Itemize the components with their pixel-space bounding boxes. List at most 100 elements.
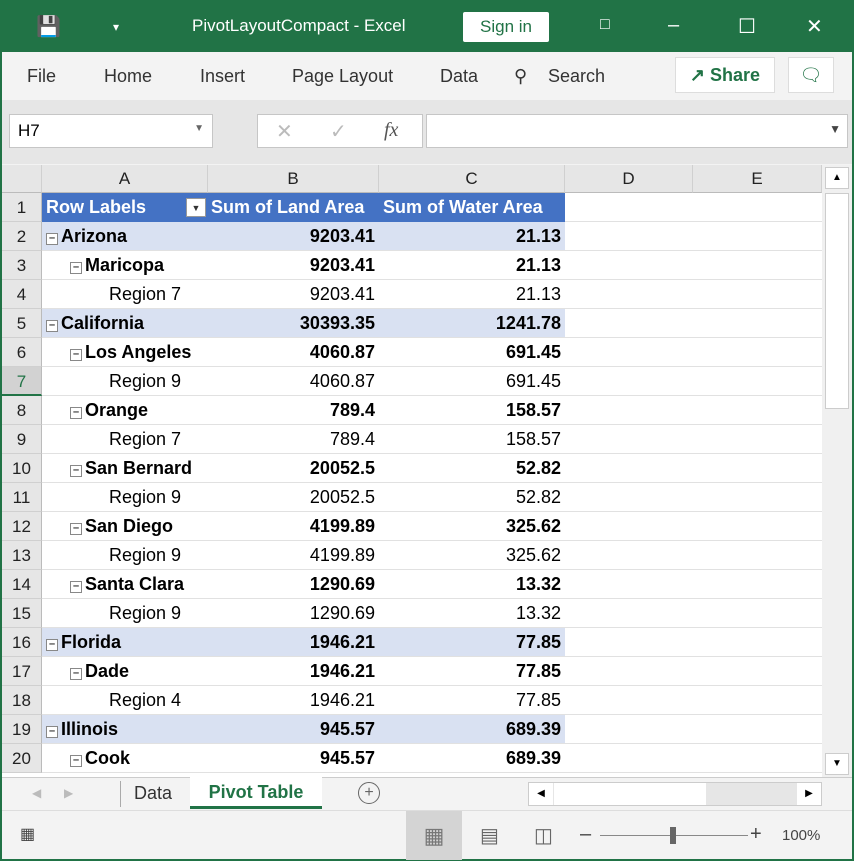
collapse-icon[interactable]: – <box>70 668 82 680</box>
cell[interactable] <box>693 338 822 367</box>
tab-file[interactable]: File <box>27 66 56 87</box>
pivot-row-label[interactable]: Region 9 <box>42 483 208 512</box>
pivot-land-value[interactable]: 1946.21 <box>208 657 379 686</box>
row-header[interactable]: 11 <box>2 483 42 512</box>
collapse-icon[interactable]: – <box>46 233 58 245</box>
close-icon[interactable]: ✕ <box>806 14 823 39</box>
cell[interactable] <box>565 425 693 454</box>
row-header[interactable]: 9 <box>2 425 42 454</box>
pivot-row-label[interactable]: – Los Angeles <box>42 338 208 367</box>
scroll-up-icon[interactable]: ▲ <box>825 167 849 189</box>
cell[interactable] <box>565 686 693 715</box>
pivot-water-value[interactable]: 77.85 <box>379 628 565 657</box>
ribbon-display-icon[interactable]: □ <box>600 16 610 34</box>
pivot-land-value[interactable]: 9203.41 <box>208 280 379 309</box>
column-header-e[interactable]: E <box>693 165 822 193</box>
pivot-row-label[interactable]: Region 7 <box>42 425 208 454</box>
normal-view-button[interactable]: ▦ <box>406 811 462 860</box>
pivot-water-value[interactable]: 691.45 <box>379 338 565 367</box>
cell[interactable] <box>565 715 693 744</box>
cell[interactable] <box>565 280 693 309</box>
collapse-icon[interactable]: – <box>70 755 82 767</box>
cell[interactable] <box>693 309 822 338</box>
tab-data[interactable]: Data <box>440 66 478 87</box>
h-scroll-thumb[interactable] <box>554 783 706 805</box>
expand-formula-icon[interactable]: ▼ <box>829 122 841 136</box>
pivot-row-label[interactable]: – Santa Clara <box>42 570 208 599</box>
save-icon[interactable]: 💾 <box>36 14 61 39</box>
cell[interactable] <box>693 715 822 744</box>
cell[interactable] <box>565 193 693 222</box>
row-header[interactable]: 20 <box>2 744 42 773</box>
worksheet-grid[interactable]: A B C D E 1 Row Labels ▼ Sum of Land Area Sum of … <box>2 165 822 777</box>
pivot-row-label[interactable]: Region 4 <box>42 686 208 715</box>
macro-record-icon[interactable]: ▦ <box>20 824 35 844</box>
collapse-icon[interactable]: – <box>46 726 58 738</box>
pivot-water-value[interactable]: 689.39 <box>379 744 565 773</box>
cell[interactable] <box>693 193 822 222</box>
cell[interactable] <box>693 396 822 425</box>
pivot-water-value[interactable]: 52.82 <box>379 483 565 512</box>
row-header[interactable]: 10 <box>2 454 42 483</box>
cell[interactable] <box>693 628 822 657</box>
comments-button[interactable]: 🗨 <box>788 57 834 93</box>
cell[interactable] <box>565 628 693 657</box>
pivot-row-label[interactable]: – Florida <box>42 628 208 657</box>
row-header[interactable]: 1 <box>2 193 42 222</box>
pivot-land-value[interactable]: 1290.69 <box>208 599 379 628</box>
cell[interactable] <box>565 338 693 367</box>
collapse-icon[interactable]: – <box>70 407 82 419</box>
cell[interactable] <box>565 744 693 773</box>
search-icon[interactable]: ⚲ <box>514 66 527 87</box>
cancel-icon[interactable]: ✕ <box>276 119 293 144</box>
collapse-icon[interactable]: – <box>70 262 82 274</box>
pivot-row-label[interactable]: Region 9 <box>42 541 208 570</box>
collapse-icon[interactable]: – <box>70 349 82 361</box>
pivot-land-value[interactable]: 9203.41 <box>208 222 379 251</box>
pivot-row-label[interactable]: – Illinois <box>42 715 208 744</box>
pivot-row-label[interactable]: – Maricopa <box>42 251 208 280</box>
pivot-header-row-labels[interactable]: Row Labels ▼ <box>42 193 208 222</box>
pivot-water-value[interactable]: 158.57 <box>379 396 565 425</box>
pivot-land-value[interactable]: 30393.35 <box>208 309 379 338</box>
page-break-view-icon[interactable]: ◫ <box>534 823 553 848</box>
pivot-water-value[interactable]: 21.13 <box>379 280 565 309</box>
pivot-land-value[interactable]: 789.4 <box>208 396 379 425</box>
cell[interactable] <box>565 222 693 251</box>
pivot-row-label[interactable]: Region 9 <box>42 599 208 628</box>
scroll-down-icon[interactable]: ▼ <box>825 753 849 775</box>
cell[interactable] <box>565 570 693 599</box>
collapse-icon[interactable]: – <box>70 465 82 477</box>
cell[interactable] <box>693 280 822 309</box>
formula-input[interactable]: ▼ <box>426 114 848 148</box>
cell[interactable] <box>693 541 822 570</box>
customize-toolbar-icon[interactable]: ▾ <box>113 20 119 34</box>
pivot-water-value[interactable]: 325.62 <box>379 541 565 570</box>
row-header[interactable]: 18 <box>2 686 42 715</box>
row-header[interactable]: 6 <box>2 338 42 367</box>
zoom-level[interactable]: 100% <box>782 827 820 844</box>
pivot-water-value[interactable]: 689.39 <box>379 715 565 744</box>
pivot-water-value[interactable]: 1241.78 <box>379 309 565 338</box>
search-box[interactable]: Search <box>548 66 605 87</box>
cell[interactable] <box>565 483 693 512</box>
scroll-thumb[interactable] <box>825 193 849 409</box>
prev-sheet-icon[interactable]: ◀ <box>32 786 41 800</box>
horizontal-scrollbar[interactable]: ◀ ▶ <box>528 782 822 806</box>
row-header[interactable]: 3 <box>2 251 42 280</box>
cell[interactable] <box>693 367 822 396</box>
pivot-water-value[interactable]: 325.62 <box>379 512 565 541</box>
pivot-row-label[interactable]: – San Bernard <box>42 454 208 483</box>
pivot-land-value[interactable]: 4060.87 <box>208 367 379 396</box>
cell[interactable] <box>565 309 693 338</box>
zoom-slider-thumb[interactable] <box>670 827 676 844</box>
pivot-row-label[interactable]: – San Diego <box>42 512 208 541</box>
pivot-water-value[interactable]: 77.85 <box>379 686 565 715</box>
cell[interactable] <box>565 454 693 483</box>
cell[interactable] <box>693 454 822 483</box>
pivot-land-value[interactable]: 4060.87 <box>208 338 379 367</box>
tab-home[interactable]: Home <box>104 66 152 87</box>
pivot-land-value[interactable]: 9203.41 <box>208 251 379 280</box>
tab-page-layout[interactable]: Page Layout <box>292 66 393 87</box>
tab-insert[interactable]: Insert <box>200 66 245 87</box>
